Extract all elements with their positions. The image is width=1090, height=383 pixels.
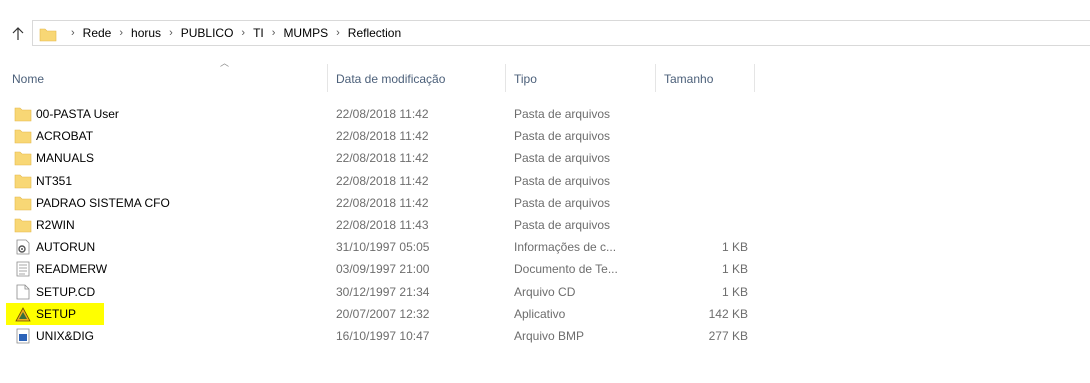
file-type: Documento de Te... bbox=[514, 262, 618, 277]
file-row-00-pasta-user[interactable]: 00-PASTA User 22/08/2018 11:42 Pasta de … bbox=[0, 103, 1090, 125]
chevron-right-icon[interactable]: › bbox=[71, 27, 75, 39]
file-type: Pasta de arquivos bbox=[514, 173, 611, 188]
application-icon bbox=[14, 306, 32, 322]
file-type: Pasta de arquivos bbox=[514, 129, 611, 144]
breadcrumb-ti[interactable]: TI bbox=[253, 26, 264, 40]
navigation-bar: › Rede › horus › PUBLICO › TI › MUMPS › … bbox=[0, 20, 1090, 48]
breadcrumb-publico[interactable]: PUBLICO bbox=[181, 26, 234, 40]
blank-file-icon bbox=[14, 284, 32, 300]
folder-icon bbox=[14, 106, 32, 122]
file-size bbox=[640, 214, 748, 236]
folder-icon bbox=[14, 217, 32, 233]
file-size: 142 KB bbox=[708, 306, 748, 321]
breadcrumb-reflection[interactable]: Reflection bbox=[348, 26, 401, 40]
breadcrumb-rede[interactable]: Rede bbox=[83, 26, 112, 40]
file-date: 22/08/2018 11:42 bbox=[336, 173, 429, 188]
file-row-acrobat[interactable]: ACROBAT 22/08/2018 11:42 Pasta de arquiv… bbox=[0, 125, 1090, 147]
file-size: 1 KB bbox=[721, 240, 748, 255]
file-row-setup-cd[interactable]: SETUP.CD 30/12/1997 21:34 Arquivo CD 1 K… bbox=[0, 281, 1090, 303]
file-row-padrao-sistema-cfo[interactable]: PADRAO SISTEMA CFO 22/08/2018 11:42 Past… bbox=[0, 192, 1090, 214]
file-size: 1 KB bbox=[721, 284, 748, 299]
file-size: 1 KB bbox=[721, 262, 748, 277]
file-type: Pasta de arquivos bbox=[514, 151, 611, 166]
column-header-date[interactable]: Data de modificação bbox=[336, 66, 502, 92]
folder-icon bbox=[14, 195, 32, 211]
file-explorer-window: › Rede › horus › PUBLICO › TI › MUMPS › … bbox=[0, 0, 1090, 383]
column-divider[interactable] bbox=[655, 64, 656, 92]
file-name: UNIX&DIG bbox=[36, 328, 95, 343]
text-document-icon bbox=[14, 261, 32, 277]
column-divider[interactable] bbox=[327, 64, 328, 92]
chevron-right-icon[interactable]: › bbox=[119, 27, 123, 39]
bitmap-image-icon bbox=[14, 328, 32, 344]
breadcrumb-horus[interactable]: horus bbox=[131, 26, 161, 40]
file-type: Pasta de arquivos bbox=[514, 107, 611, 121]
file-date: 22/08/2018 11:43 bbox=[336, 217, 429, 232]
file-type: Arquivo BMP bbox=[514, 328, 585, 343]
file-name: NT351 bbox=[36, 173, 73, 188]
file-row-setup[interactable]: SETUP 20/07/2007 12:32 Aplicativo 142 KB bbox=[0, 302, 1090, 325]
file-type: Informações de c... bbox=[514, 240, 617, 255]
file-name: SETUP bbox=[36, 306, 77, 321]
column-header-name[interactable]: Nome bbox=[12, 66, 324, 92]
file-row-readmerw[interactable]: READMERW 03/09/1997 21:00 Documento de T… bbox=[0, 258, 1090, 280]
file-row-manuals[interactable]: MANUALS 22/08/2018 11:42 Pasta de arquiv… bbox=[0, 147, 1090, 169]
file-date: 31/10/1997 05:05 bbox=[336, 240, 430, 255]
file-list: 00-PASTA User 22/08/2018 11:42 Pasta de … bbox=[0, 103, 1090, 347]
file-row-nt351[interactable]: NT351 22/08/2018 11:42 Pasta de arquivos bbox=[0, 170, 1090, 192]
folder-icon bbox=[39, 26, 57, 42]
file-date: 22/08/2018 11:42 bbox=[336, 151, 429, 166]
file-type: Pasta de arquivos bbox=[514, 195, 611, 210]
chevron-right-icon[interactable]: › bbox=[241, 27, 245, 39]
file-date: 22/08/2018 11:42 bbox=[336, 195, 429, 210]
folder-icon bbox=[14, 128, 32, 144]
column-divider[interactable] bbox=[754, 64, 755, 92]
file-size bbox=[640, 147, 748, 169]
file-date: 16/10/1997 10:47 bbox=[336, 328, 430, 343]
file-date: 22/08/2018 11:42 bbox=[336, 107, 429, 121]
file-size bbox=[640, 103, 748, 125]
file-row-r2win[interactable]: R2WIN 22/08/2018 11:43 Pasta de arquivos bbox=[0, 214, 1090, 236]
chevron-right-icon[interactable]: › bbox=[272, 27, 276, 39]
file-name: PADRAO SISTEMA CFO bbox=[36, 195, 170, 210]
file-name: AUTORUN bbox=[36, 240, 96, 255]
column-header-row: ︿ Nome Data de modificação Tipo Tamanho bbox=[0, 56, 1090, 96]
file-name: ACROBAT bbox=[36, 129, 94, 144]
file-row-unix-dig[interactable]: UNIX&DIG 16/10/1997 10:47 Arquivo BMP 27… bbox=[0, 325, 1090, 347]
file-name: SETUP.CD bbox=[36, 284, 96, 299]
settings-file-icon bbox=[14, 239, 32, 255]
file-size bbox=[640, 170, 748, 192]
column-header-type[interactable]: Tipo bbox=[514, 66, 642, 92]
folder-icon bbox=[14, 173, 32, 189]
file-name: MANUALS bbox=[36, 151, 95, 166]
file-name: R2WIN bbox=[36, 217, 75, 232]
file-date: 22/08/2018 11:42 bbox=[336, 129, 429, 144]
file-date: 03/09/1997 21:00 bbox=[336, 262, 430, 277]
file-name: READMERW bbox=[36, 262, 108, 277]
chevron-right-icon[interactable]: › bbox=[336, 27, 340, 39]
up-arrow-icon[interactable] bbox=[8, 24, 28, 44]
file-type: Arquivo CD bbox=[514, 284, 576, 299]
file-size bbox=[640, 192, 748, 214]
file-type: Aplicativo bbox=[514, 306, 566, 321]
address-bar[interactable]: › Rede › horus › PUBLICO › TI › MUMPS › … bbox=[32, 20, 1090, 46]
column-header-size[interactable]: Tamanho bbox=[664, 66, 750, 92]
column-divider[interactable] bbox=[505, 64, 506, 92]
file-name: 00-PASTA User bbox=[36, 107, 119, 121]
chevron-right-icon[interactable]: › bbox=[169, 27, 173, 39]
file-size bbox=[640, 125, 748, 147]
file-type: Pasta de arquivos bbox=[514, 217, 611, 232]
breadcrumb-mumps[interactable]: MUMPS bbox=[283, 26, 328, 40]
folder-icon bbox=[14, 150, 32, 166]
file-date: 30/12/1997 21:34 bbox=[336, 284, 430, 299]
file-row-autorun[interactable]: AUTORUN 31/10/1997 05:05 Informações de … bbox=[0, 236, 1090, 258]
file-date: 20/07/2007 12:32 bbox=[336, 306, 430, 321]
file-size: 277 KB bbox=[708, 328, 748, 343]
